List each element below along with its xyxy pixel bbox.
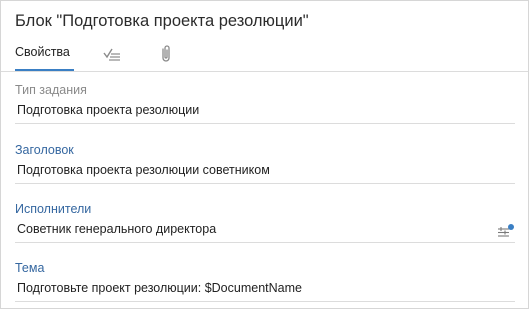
tab-check-list[interactable] [102,44,122,64]
tab-attachments[interactable] [156,44,176,64]
performers-picker-button[interactable] [497,223,515,239]
task-type-value: Подготовка проекта резолюции [17,103,200,117]
heading-label: Заголовок [15,143,74,157]
active-tab-indicator [15,69,74,71]
block-title: Блок "Подготовка проекта резолюции" [15,12,309,30]
list-picker-icon [498,224,514,237]
block-properties-panel: Блок "Подготовка проекта резолюции" Свой… [0,0,529,309]
heading-underline [15,183,515,184]
task-type-divider [15,123,515,124]
subject-underline [15,301,515,302]
performers-label: Исполнители [15,202,92,216]
paperclip-icon [162,45,170,62]
subject-label: Тема [15,261,45,275]
performers-value[interactable]: Советник генерального директора [17,222,216,236]
tab-properties-label: Свойства [15,45,70,59]
subject-input[interactable]: Подготовьте проект резолюции: $DocumentN… [17,281,302,295]
tab-properties[interactable]: Свойства [1,39,81,71]
tab-bar: Свойства [1,39,528,72]
task-type-label: Тип задания [15,83,87,97]
heading-input[interactable]: Подготовка проекта резолюции советником [17,163,270,177]
check-list-icon [103,48,120,61]
performers-underline [15,242,515,243]
